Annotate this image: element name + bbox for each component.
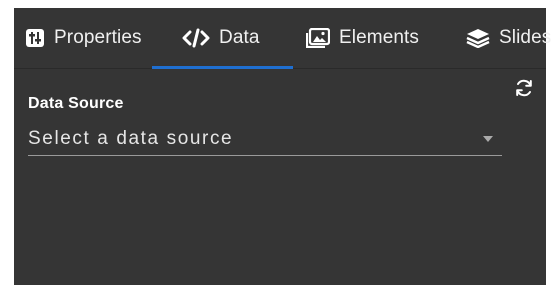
side-panel: Properties Data Elements Slides Data Sou…: [14, 8, 551, 285]
data-source-placeholder: Select a data source: [28, 128, 234, 149]
tab-data[interactable]: Data: [154, 8, 295, 68]
image-icon: [306, 28, 330, 48]
tab-slides[interactable]: Slides: [450, 8, 551, 68]
tab-label: Elements: [339, 27, 420, 48]
refresh-icon[interactable]: [514, 78, 534, 98]
caret-down-icon: [483, 136, 493, 142]
data-source-label: Data Source: [28, 95, 124, 112]
tab-label: Data: [219, 27, 260, 48]
data-source-select[interactable]: Select a data source: [28, 118, 502, 156]
layers-icon: [466, 28, 490, 48]
code-icon: [182, 28, 210, 48]
active-tab-indicator: [152, 66, 293, 69]
sliders-icon: [25, 28, 45, 48]
tab-bar: Properties Data Elements Slides: [14, 8, 551, 69]
tab-properties[interactable]: Properties: [14, 8, 154, 68]
tab-label: Slides: [499, 27, 552, 48]
tab-elements[interactable]: Elements: [295, 8, 450, 68]
tab-label: Properties: [54, 27, 142, 48]
